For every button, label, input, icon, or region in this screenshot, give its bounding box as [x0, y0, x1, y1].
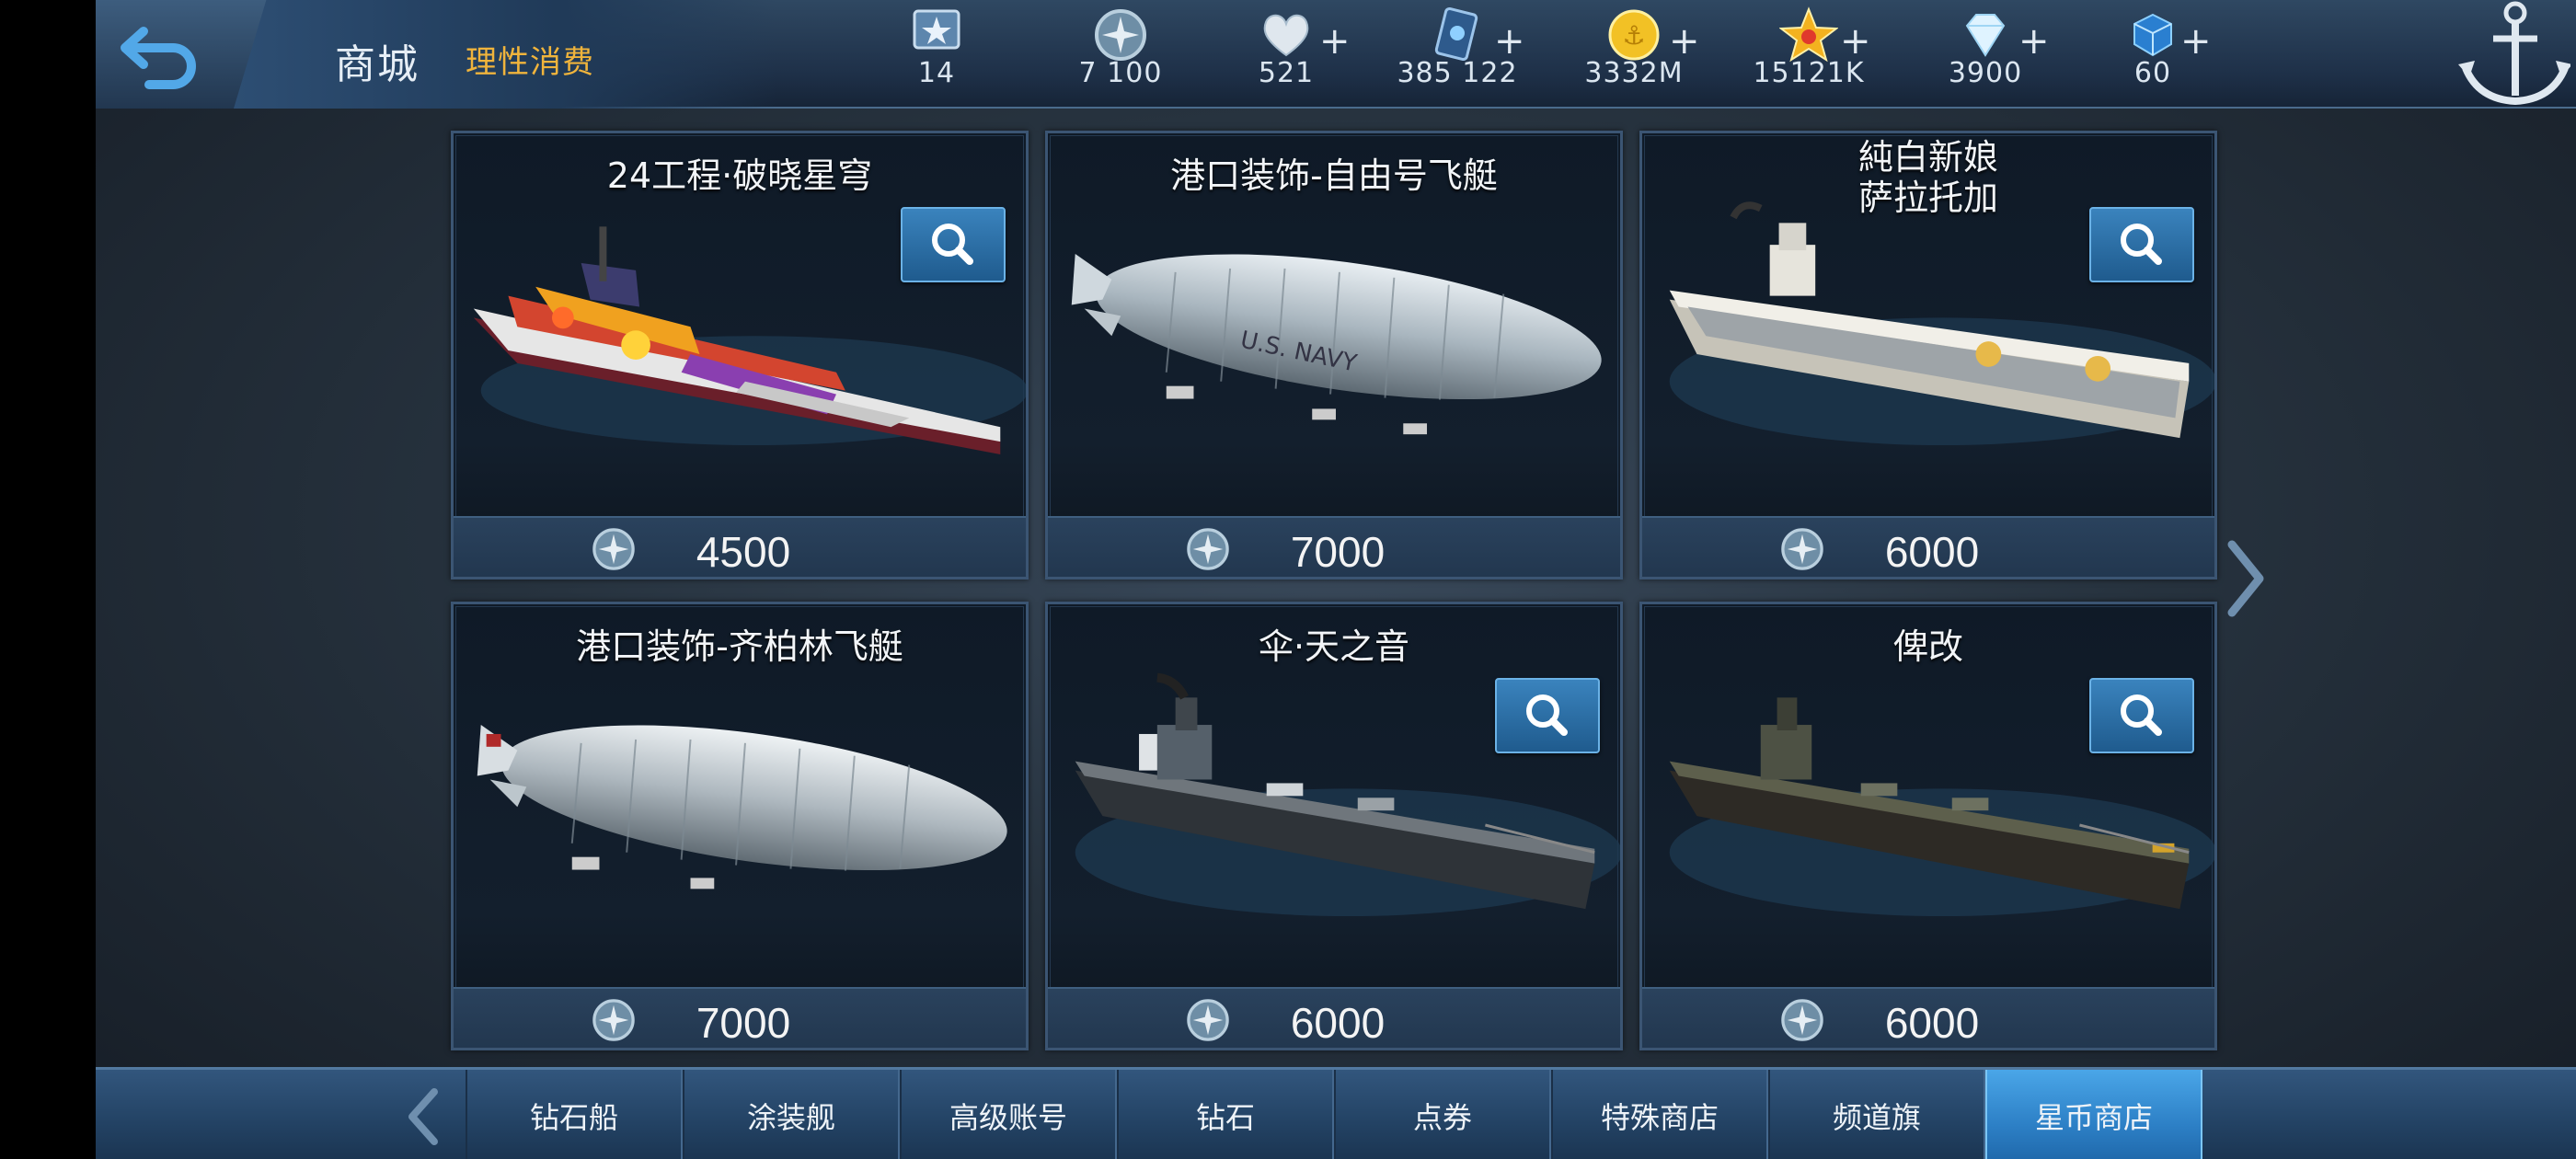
card-icon: [1434, 6, 1478, 62]
tab-label: 高级账号: [949, 1100, 1067, 1135]
zoom-button[interactable]: [2089, 678, 2194, 753]
tab-label: 特殊商店: [1600, 1100, 1719, 1135]
resource-star-coin: 7 100: [1038, 4, 1203, 105]
shop-item-card[interactable]: 港口装饰-齐柏林飞艇 7000: [451, 602, 1029, 1050]
bottom-tab-bar: 钻石船 涂装舰 高级账号 钻石 点券 特殊商店 频道旗 星币商店: [96, 1067, 2576, 1159]
resource-value: 3332M: [1584, 57, 1684, 89]
tab-label: 钻石船: [529, 1100, 618, 1135]
airship-zeppelin-image: [477, 725, 1007, 889]
resource-rank: 14: [854, 4, 1019, 105]
price-bar: 6000: [1642, 516, 2214, 577]
price-bar: 6000: [1048, 987, 1620, 1048]
item-price: 6000: [1290, 999, 1386, 1047]
resource-gold-star[interactable]: + 15121K: [1726, 4, 1892, 105]
resource-value: 3900: [1948, 57, 2023, 89]
page-subtitle[interactable]: 理性消费: [466, 37, 594, 82]
resource-heart[interactable]: + 521: [1203, 4, 1369, 105]
resource-value: 385 122: [1397, 57, 1518, 89]
tab-skins[interactable]: 涂装舰: [683, 1070, 900, 1159]
next-page-arrow-icon[interactable]: [2223, 537, 2269, 620]
gold-star-icon: [1779, 6, 1838, 63]
tab-label: 频道旗: [1832, 1100, 1921, 1135]
rank-badge-icon: [913, 9, 960, 50]
tab-diamonds[interactable]: 钻石: [1117, 1070, 1334, 1159]
shop-item-card[interactable]: 俾改 6000: [1639, 602, 2217, 1050]
star-coin-icon: [592, 999, 635, 1041]
top-bar: 商城 理性消费 14 7 100 + 521 + 385 122 ⚓ + 333…: [96, 0, 2576, 109]
tab-label: 钻石: [1195, 1100, 1255, 1135]
item-price: 6000: [1884, 528, 1980, 576]
resource-gold[interactable]: ⚓ + 3332M: [1551, 4, 1717, 105]
search-icon: [2121, 694, 2162, 736]
item-price: 7000: [1290, 528, 1386, 576]
prev-tab-arrow-icon[interactable]: [405, 1086, 442, 1147]
resource-card[interactable]: + 385 122: [1374, 4, 1540, 105]
item-name: 港口装饰-齐柏林飞艇: [576, 626, 903, 667]
price-bar: 7000: [454, 987, 1026, 1048]
star-coin-icon: [1781, 999, 1823, 1041]
star-coin-icon: [1095, 9, 1146, 61]
item-name: 俾改: [1892, 626, 1963, 667]
tab-premium-account[interactable]: 高级账号: [900, 1070, 1117, 1159]
shop-item-card[interactable]: 伞·天之音 6000: [1045, 602, 1623, 1050]
search-icon: [1526, 694, 1568, 736]
back-arrow-icon[interactable]: [116, 18, 208, 92]
tab-label: 星币商店: [2034, 1100, 2153, 1135]
svg-text:⚓: ⚓: [1622, 20, 1645, 51]
item-name: 24工程·破晓星穹: [606, 155, 873, 196]
price-bar: 4500: [454, 516, 1026, 577]
resource-value: 521: [1258, 57, 1315, 89]
star-coin-icon: [1187, 999, 1229, 1041]
tab-label: 点券: [1412, 1100, 1472, 1135]
resource-value: 14: [917, 57, 956, 89]
tab-vouchers[interactable]: 点券: [1334, 1070, 1551, 1159]
zoom-button[interactable]: [1495, 678, 1600, 753]
heart-icon: [1263, 14, 1309, 57]
star-coin-icon: [1781, 528, 1823, 570]
resource-value: 7 100: [1078, 57, 1163, 89]
item-name: 伞·天之音: [1258, 626, 1410, 667]
star-coin-icon: [1187, 528, 1229, 570]
price-bar: 6000: [1642, 987, 2214, 1048]
search-icon: [932, 224, 973, 265]
gold-coin-icon: ⚓: [1608, 9, 1660, 61]
page-title: 商城: [335, 41, 420, 88]
item-price: 7000: [696, 999, 791, 1047]
zoom-button[interactable]: [2089, 207, 2194, 282]
item-name: 港口装饰-自由号飞艇: [1170, 155, 1498, 196]
item-price: 4500: [696, 528, 791, 576]
search-icon: [2121, 224, 2162, 265]
diamond-icon: [1965, 14, 2006, 57]
zoom-button[interactable]: [901, 207, 1006, 282]
tab-special-shop[interactable]: 特殊商店: [1551, 1070, 1768, 1159]
shop-item-card[interactable]: 24工程·破晓星穹 4500: [451, 131, 1029, 580]
shop-item-card[interactable]: 港口装饰-自由号飞艇 U.S. NAVY 7000: [1045, 131, 1623, 580]
resource-diamond[interactable]: + 3900: [1903, 4, 2068, 105]
item-name: 純白新娘 萨拉托加: [1857, 137, 1998, 218]
resource-cube[interactable]: + 60: [2070, 4, 2236, 105]
star-coin-icon: [592, 528, 635, 570]
resource-value: 60: [2133, 57, 2172, 89]
tab-star-coin-shop[interactable]: 星币商店: [1985, 1070, 2202, 1159]
game-screen: 商城 理性消费 14 7 100 + 521 + 385 122 ⚓ + 333…: [96, 0, 2576, 1159]
shop-item-card[interactable]: 純白新娘 萨拉托加 6000: [1639, 131, 2217, 580]
tab-channel-flags[interactable]: 频道旗: [1768, 1070, 1985, 1159]
tab-diamond-ships[interactable]: 钻石船: [466, 1070, 683, 1159]
price-bar: 7000: [1048, 516, 1620, 577]
anchor-menu-icon[interactable]: [2451, 0, 2570, 115]
blue-cube-icon: [2133, 13, 2172, 57]
tab-label: 涂装舰: [746, 1100, 835, 1135]
airship-navy-image: U.S. NAVY: [1071, 254, 1602, 435]
item-price: 6000: [1884, 999, 1980, 1047]
resource-value: 15121K: [1753, 57, 1865, 89]
